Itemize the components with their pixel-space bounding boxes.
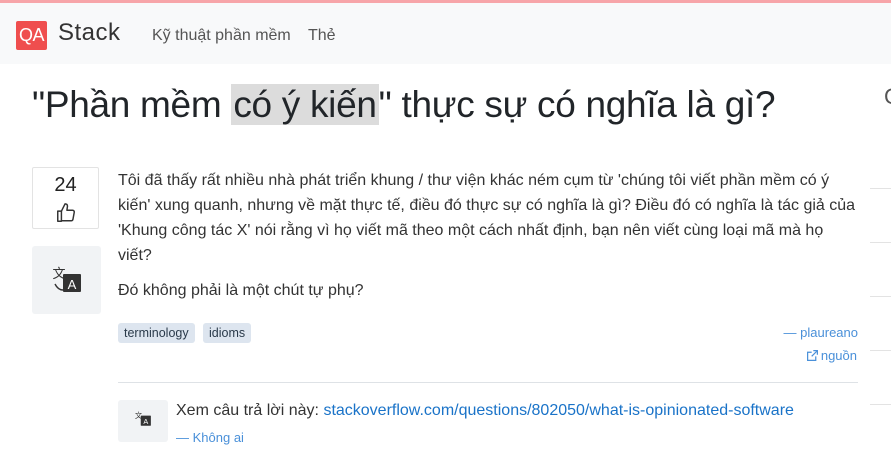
nav-software-engineering[interactable]: Kỹ thuật phần mềm [152, 27, 291, 45]
question-paragraph: Tôi đã thấy rất nhiều nhà phát triển khu… [118, 172, 856, 264]
source-label: nguồn [820, 348, 857, 363]
source-link[interactable]: nguồn [806, 348, 857, 363]
sidebar-edge-divider [870, 188, 891, 189]
question-body: Tôi đã thấy rất nhiều nhà phát triển khu… [118, 168, 858, 313]
thumbs-up-icon[interactable] [55, 202, 77, 224]
translate-icon: A 文 [135, 411, 151, 426]
sidebar-edge-divider [870, 350, 891, 351]
logo-text[interactable]: Stack [58, 19, 121, 47]
translate-icon: A 文 [52, 267, 81, 292]
vote-box: 24 [32, 167, 99, 229]
external-link-icon [806, 350, 818, 361]
answer-avatar[interactable]: A 文 [118, 400, 168, 442]
divider [118, 382, 858, 383]
sidebar-edge-divider [870, 404, 891, 405]
answer-link[interactable]: stackoverflow.com/questions/802050/what-… [323, 402, 793, 419]
logo-badge[interactable]: QA [16, 21, 47, 50]
answer-text: Xem câu trả lời này: stackoverflow.com/q… [176, 402, 794, 419]
sidebar-edge-glyph: C [884, 84, 891, 110]
svg-text:文: 文 [52, 267, 65, 282]
svg-text:A: A [68, 277, 77, 292]
svg-text:A: A [143, 417, 148, 426]
vote-count: 24 [54, 174, 77, 196]
answer-author[interactable]: — Không ai [176, 430, 244, 445]
svg-text:文: 文 [135, 411, 143, 420]
nav-tags[interactable]: Thẻ [308, 27, 336, 45]
question-author[interactable]: — plaureano [784, 325, 858, 340]
tag-terminology[interactable]: terminology [118, 323, 195, 343]
sidebar-edge-divider [870, 242, 891, 243]
top-navbar: QA Stack Kỹ thuật phần mềm Thẻ [0, 0, 891, 64]
tag-idioms[interactable]: idioms [203, 323, 252, 343]
sidebar-edge-divider [870, 296, 891, 297]
title-highlight: có ý kiến [231, 84, 379, 125]
question-title: "Phần mềm có ý kiến" thực sự có nghĩa là… [32, 84, 776, 125]
question-paragraph: Đó không phải là một chút tự phụ? [118, 282, 364, 299]
user-avatar[interactable]: A 文 [32, 246, 101, 314]
